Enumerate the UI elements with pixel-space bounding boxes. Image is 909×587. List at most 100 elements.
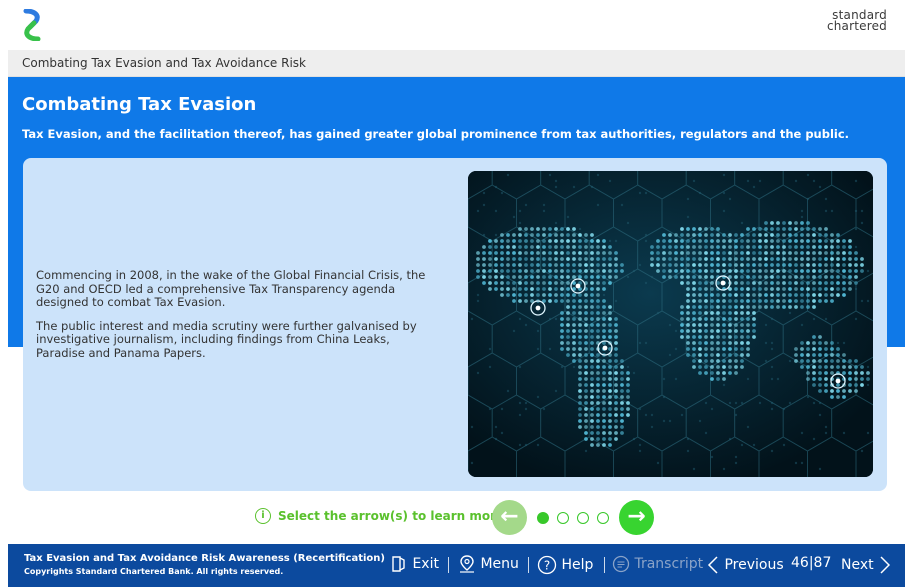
map-dot	[776, 293, 780, 297]
map-dot	[722, 209, 726, 213]
map-dot	[824, 299, 828, 303]
map-dot	[662, 377, 666, 381]
map-dot	[692, 233, 696, 237]
map-dot	[698, 293, 702, 297]
map-dot	[734, 323, 738, 327]
map-dot	[758, 401, 762, 405]
map-dot	[494, 425, 498, 429]
map-dot	[488, 287, 492, 291]
separator	[528, 557, 529, 573]
map-dot	[686, 257, 690, 261]
map-dot	[608, 437, 612, 441]
map-dot	[644, 413, 648, 417]
map-dot	[752, 317, 756, 321]
map-dot	[566, 275, 570, 279]
next-arrow-button[interactable]: →	[619, 500, 654, 535]
map-dot	[596, 389, 600, 393]
map-dot	[554, 293, 558, 297]
map-dot	[710, 371, 714, 375]
map-dot	[620, 359, 624, 363]
map-dot	[836, 257, 840, 261]
transcript-button[interactable]: Transcript	[612, 555, 703, 573]
map-dot	[578, 275, 582, 279]
map-dot	[728, 437, 732, 441]
map-dot	[866, 365, 870, 369]
map-dot	[500, 281, 504, 285]
chevron-right-icon	[880, 556, 891, 574]
map-dot	[842, 293, 846, 297]
map-dot	[788, 281, 792, 285]
map-dot	[470, 461, 474, 465]
map-dot	[668, 239, 672, 243]
map-dot	[608, 425, 612, 429]
map-dot	[608, 275, 612, 279]
map-dot	[482, 251, 486, 255]
map-dot	[560, 239, 564, 243]
map-dot	[608, 431, 612, 435]
map-dot	[710, 323, 714, 327]
map-dot	[692, 467, 696, 471]
map-dot	[752, 263, 756, 267]
map-dot	[734, 461, 738, 465]
help-button[interactable]: ? Help	[537, 555, 593, 575]
map-dot	[728, 347, 732, 351]
map-dot	[536, 269, 540, 273]
map-dot	[812, 299, 816, 303]
step-dot-1[interactable]	[537, 512, 549, 524]
map-dot	[578, 227, 582, 231]
map-dot	[500, 239, 504, 243]
previous-arrow-button[interactable]: ←	[492, 500, 527, 535]
map-dot	[710, 251, 714, 255]
previous-page-button[interactable]: Previous	[706, 555, 784, 575]
map-dot	[620, 431, 624, 435]
menu-button[interactable]: Menu	[458, 555, 519, 573]
map-dot	[854, 371, 858, 375]
map-dot	[476, 275, 480, 279]
step-dot-3[interactable]	[577, 512, 589, 524]
arrow-right-icon: →	[627, 504, 646, 529]
map-dot	[596, 251, 600, 255]
exit-button[interactable]: Exit	[390, 555, 439, 573]
map-dot	[542, 245, 546, 249]
map-dot	[698, 263, 702, 267]
map-dot	[590, 341, 594, 345]
map-dot	[590, 431, 594, 435]
next-page-button[interactable]: Next	[841, 555, 892, 575]
map-dot	[566, 239, 570, 243]
map-dot	[842, 281, 846, 285]
map-dot	[776, 263, 780, 267]
map-dot	[590, 239, 594, 243]
map-dot	[590, 275, 594, 279]
map-dot	[854, 179, 858, 183]
map-dot	[518, 281, 522, 285]
map-dot	[794, 353, 798, 357]
map-dot	[602, 377, 606, 381]
map-dot	[740, 443, 744, 447]
map-dot	[578, 305, 582, 309]
map-dot	[560, 293, 564, 297]
step-dot-4[interactable]	[597, 512, 609, 524]
map-dot	[746, 179, 750, 183]
map-dot	[746, 299, 750, 303]
map-dot	[506, 173, 510, 177]
map-dot	[710, 233, 714, 237]
map-dot	[518, 227, 522, 231]
map-dot	[824, 431, 828, 435]
map-dot	[560, 263, 564, 267]
map-dot	[818, 371, 822, 375]
map-dot	[566, 311, 570, 315]
map-dot	[782, 275, 786, 279]
map-dot	[674, 257, 678, 261]
map-dot	[680, 233, 684, 237]
map-dot	[692, 227, 696, 231]
map-dot	[866, 371, 870, 375]
map-dot	[530, 269, 534, 273]
map-dot	[554, 275, 558, 279]
map-dot	[788, 287, 792, 291]
map-dot	[794, 281, 798, 285]
map-dot	[842, 359, 846, 363]
map-dot	[566, 233, 570, 237]
step-dot-2[interactable]	[557, 512, 569, 524]
map-dot	[578, 389, 582, 393]
map-dot	[572, 245, 576, 249]
